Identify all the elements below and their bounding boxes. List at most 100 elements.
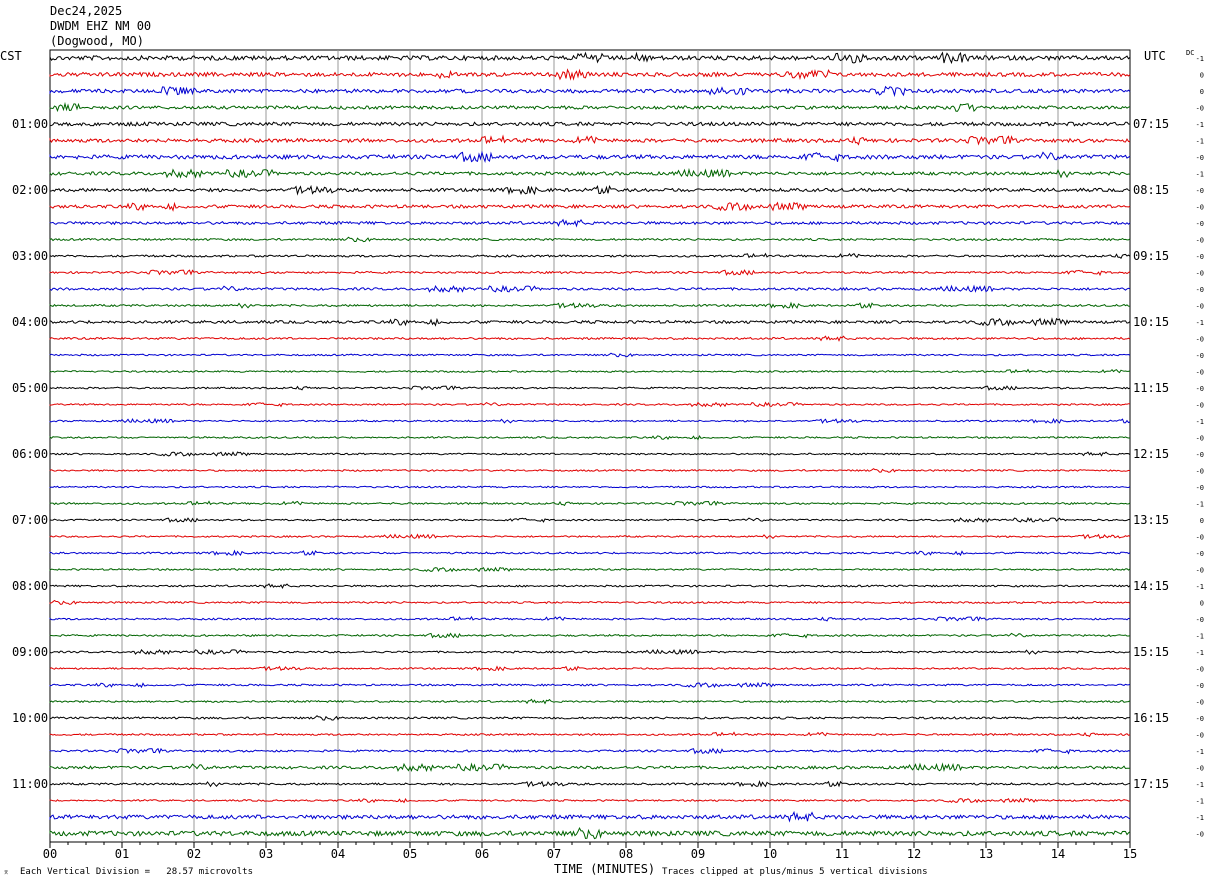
dc-offset-label: -0 [1196, 715, 1204, 723]
seismic-trace [49, 317, 1131, 327]
dc-offset-label: -1 [1196, 583, 1204, 591]
seismic-trace [49, 731, 1131, 738]
seismic-trace [49, 681, 1131, 689]
dc-offset-label: -0 [1196, 435, 1204, 443]
dc-offset-label: -0 [1196, 468, 1204, 476]
cst-hour-label: 02:00 [12, 183, 48, 197]
seismic-trace [49, 698, 1131, 705]
seismic-trace [49, 434, 1130, 441]
seismic-trace [49, 284, 1131, 294]
x-tick-label: 00 [43, 847, 57, 861]
cst-hour-label: 06:00 [12, 447, 48, 461]
cst-hour-label: 10:00 [12, 711, 48, 725]
utc-hour-label: 07:15 [1133, 117, 1169, 131]
cst-hour-label: 05:00 [12, 381, 48, 395]
dc-offset-label: -1 [1196, 781, 1204, 789]
seismic-trace [49, 269, 1131, 277]
seismic-trace [49, 516, 1131, 523]
dc-offset-label: -0 [1196, 451, 1204, 459]
dc-offset-label: -0 [1196, 105, 1204, 113]
seismic-trace [49, 549, 1131, 557]
dc-offset-label: -0 [1196, 831, 1204, 839]
seismic-trace [49, 184, 1131, 196]
utc-hour-label: 08:15 [1133, 183, 1169, 197]
dc-offset-label: -0 [1196, 237, 1204, 245]
seismic-trace [49, 648, 1131, 656]
seismic-trace [49, 797, 1131, 804]
dc-offset-label: -0 [1196, 682, 1204, 690]
seismic-trace [49, 301, 1131, 310]
dc-offset-label: -0 [1196, 352, 1204, 360]
utc-hour-label: 14:15 [1133, 579, 1169, 593]
dc-offset-label: -1 [1196, 814, 1204, 822]
seismic-trace [49, 385, 1131, 391]
x-tick-label: 02 [187, 847, 201, 861]
corner-mark-icon: ⌆ [4, 868, 9, 876]
seismic-trace [49, 417, 1131, 424]
x-tick-label: 12 [907, 847, 921, 861]
x-tick-label: 09 [691, 847, 705, 861]
dc-offset-label: -0 [1196, 336, 1204, 344]
seismic-trace [49, 599, 1131, 605]
seismic-trace [49, 368, 1131, 374]
dc-offset-label: -0 [1196, 666, 1204, 674]
seismic-trace [49, 167, 1131, 179]
seismic-trace [49, 335, 1131, 342]
x-tick-label: 03 [259, 847, 273, 861]
x-tick-label: 14 [1051, 847, 1065, 861]
utc-hour-label: 15:15 [1133, 645, 1169, 659]
dc-offset-label: 0 [1200, 88, 1204, 96]
cst-hour-label: 04:00 [12, 315, 48, 329]
dc-offset-label: -0 [1196, 699, 1204, 707]
x-axis-title: TIME (MINUTES) [554, 862, 656, 876]
utc-hour-label: 10:15 [1133, 315, 1169, 329]
dc-offset-label: -0 [1196, 484, 1204, 492]
seismic-trace [49, 632, 1131, 639]
seismic-trace [49, 615, 1131, 622]
seismic-trace [49, 747, 1131, 755]
cst-hour-label: 09:00 [12, 645, 48, 659]
seismic-trace [49, 51, 1131, 65]
utc-hour-label: 17:15 [1133, 777, 1169, 791]
dc-offset-label: 0 [1200, 517, 1204, 525]
utc-hour-label: 16:15 [1133, 711, 1169, 725]
dc-offset-label: -0 [1196, 385, 1204, 393]
seismic-trace [49, 121, 1131, 127]
seismic-trace [49, 468, 1131, 473]
x-tick-label: 13 [979, 847, 993, 861]
seismic-trace [49, 665, 1131, 672]
dc-offset-label: -1 [1196, 501, 1204, 509]
dc-offset-label: -1 [1196, 418, 1204, 426]
cst-hour-label: 01:00 [12, 117, 48, 131]
seismogram-plot: 00 01 02 03 04 05 06 07 08 09 10 11 12 13 14 15-100-0-1… [12, 49, 1204, 861]
seismic-trace [49, 401, 1131, 408]
seismic-trace [49, 715, 1131, 721]
dc-offset-label: -0 [1196, 270, 1204, 278]
dc-offset-label: -0 [1196, 204, 1204, 212]
x-tick-label: 04 [331, 847, 345, 861]
dc-offset-label: -0 [1196, 402, 1204, 410]
dc-offset-label: -0 [1196, 616, 1204, 624]
utc-hour-label: 09:15 [1133, 249, 1169, 263]
dc-offset-label: 0 [1200, 600, 1204, 608]
dc-offset-label: -0 [1196, 253, 1204, 261]
seismic-trace [49, 566, 1131, 573]
seismic-trace [49, 810, 1131, 823]
dc-offset-label: -1 [1196, 171, 1204, 179]
seismic-trace [49, 68, 1131, 81]
cst-hour-label: 11:00 [12, 777, 48, 791]
plot-frame [49, 49, 1131, 843]
x-tick-label: 10 [763, 847, 777, 861]
seismic-trace [49, 85, 1131, 98]
x-tick-label: 07 [547, 847, 561, 861]
seismic-trace [49, 150, 1131, 164]
x-tick-label: 01 [115, 847, 129, 861]
cst-hour-label: 03:00 [12, 249, 48, 263]
seismic-trace [49, 451, 1131, 457]
cst-hour-label: 08:00 [12, 579, 48, 593]
seismic-trace [49, 236, 1131, 243]
seismic-trace [49, 201, 1131, 212]
seismic-trace [49, 134, 1131, 146]
cst-hour-label: 07:00 [12, 513, 48, 527]
seismic-trace [49, 252, 1131, 259]
